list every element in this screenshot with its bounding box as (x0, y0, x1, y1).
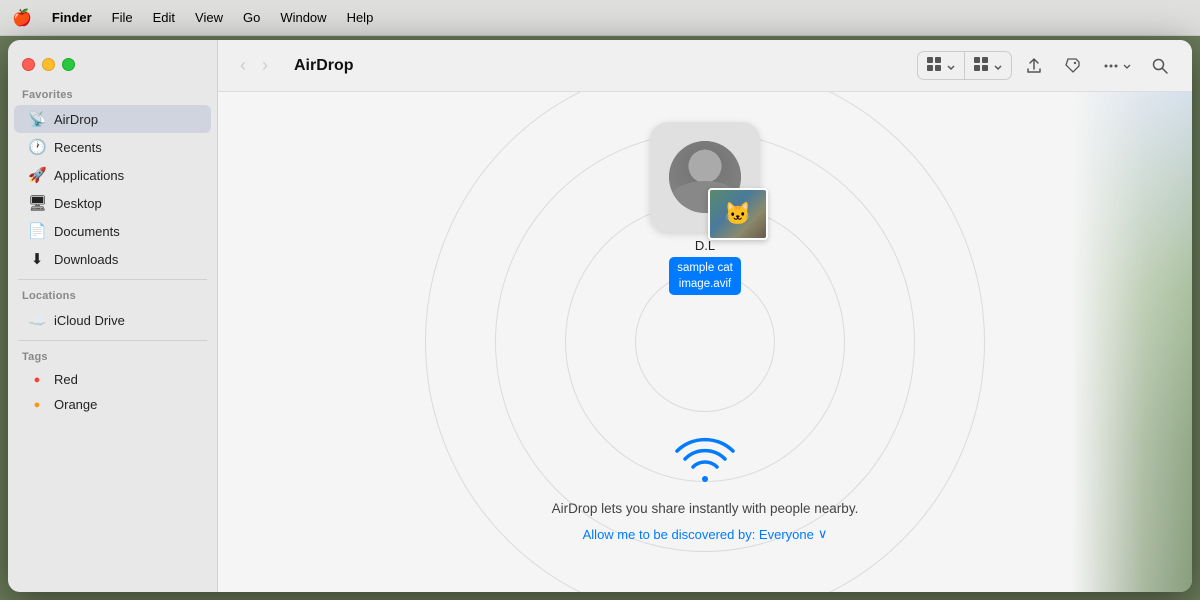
sidebar-divider-1 (18, 279, 207, 280)
applications-icon: 🚀 (28, 166, 46, 184)
airdrop-discover-link[interactable]: Allow me to be discovered by: Everyone ∨ (583, 526, 828, 542)
file-label-line2: image.avif (679, 278, 731, 290)
main-content: ‹ › AirDrop (218, 40, 1192, 592)
finder-window: Favorites 📡 AirDrop 🕐 Recents 🚀 Applicat… (8, 40, 1192, 592)
sidebar-item-tag-red[interactable]: ● Red (14, 367, 211, 392)
menubar: 🍎 Finder File Edit View Go Window Help (0, 0, 1200, 36)
sidebar-item-recents-label: Recents (54, 140, 102, 155)
airdrop-discover-label: Allow me to be discovered by: Everyone (583, 527, 814, 542)
favorites-label: Favorites (8, 85, 217, 105)
locations-label: Locations (8, 286, 217, 306)
file-label: sample cat image.avif (669, 257, 741, 295)
toolbar-title: AirDrop (294, 57, 909, 75)
search-button[interactable] (1144, 52, 1176, 80)
menu-go[interactable]: Go (243, 10, 260, 25)
sidebar-item-recents[interactable]: 🕐 Recents (14, 133, 211, 161)
close-button[interactable] (22, 58, 35, 71)
more-button[interactable] (1094, 52, 1138, 80)
app-name[interactable]: Finder (52, 10, 92, 25)
sidebar-divider-2 (18, 340, 207, 341)
view-switcher (917, 51, 1012, 80)
sidebar-item-applications-label: Applications (54, 168, 124, 183)
sidebar-item-tag-red-label: Red (54, 372, 78, 387)
minimize-button[interactable] (42, 58, 55, 71)
toolbar-right (917, 51, 1176, 80)
menu-window[interactable]: Window (280, 10, 326, 25)
recents-icon: 🕐 (28, 138, 46, 156)
menu-file[interactable]: File (112, 10, 133, 25)
sidebar-item-icloud-label: iCloud Drive (54, 313, 125, 328)
sidebar-item-desktop-label: Desktop (54, 196, 102, 211)
sidebar-item-downloads[interactable]: ⬇ Downloads (14, 245, 211, 273)
menu-help[interactable]: Help (347, 10, 374, 25)
device-name: D.L (695, 238, 715, 253)
sidebar-item-tag-orange-label: Orange (54, 397, 97, 412)
airdrop-content: D.L sample cat image.avif AirDrop lets y… (218, 92, 1192, 592)
sidebar-item-documents-label: Documents (54, 224, 120, 239)
sidebar-item-documents[interactable]: 📄 Documents (14, 217, 211, 245)
airdrop-wifi-icon (673, 435, 737, 491)
device-card (650, 122, 760, 232)
icloud-icon: ☁️ (28, 311, 46, 329)
file-thumbnail (708, 188, 768, 240)
sidebar: Favorites 📡 AirDrop 🕐 Recents 🚀 Applicat… (8, 40, 218, 592)
sidebar-item-icloud[interactable]: ☁️ iCloud Drive (14, 306, 211, 334)
share-button[interactable] (1018, 52, 1050, 80)
device-bubble[interactable]: D.L sample cat image.avif (650, 122, 760, 295)
sidebar-item-tag-orange[interactable]: ● Orange (14, 392, 211, 417)
sidebar-item-applications[interactable]: 🚀 Applications (14, 161, 211, 189)
documents-icon: 📄 (28, 222, 46, 240)
sidebar-item-downloads-label: Downloads (54, 252, 118, 267)
sidebar-item-airdrop-label: AirDrop (54, 112, 98, 127)
chevron-down-icon: ∨ (818, 526, 828, 542)
tag-orange-icon: ● (28, 399, 46, 411)
sidebar-item-desktop[interactable]: 🖥 Desktop (14, 189, 211, 217)
file-label-line1: sample cat (677, 262, 733, 274)
view-list-button[interactable] (965, 52, 1011, 79)
sidebar-item-airdrop[interactable]: 📡 AirDrop (14, 105, 211, 133)
forward-button[interactable]: › (256, 51, 274, 80)
nav-buttons: ‹ › (234, 51, 274, 80)
menu-view[interactable]: View (195, 10, 223, 25)
toolbar: ‹ › AirDrop (218, 40, 1192, 92)
view-grid-button[interactable] (918, 52, 965, 79)
traffic-lights (8, 52, 217, 85)
airdrop-icon: 📡 (28, 110, 46, 128)
apple-menu[interactable]: 🍎 (12, 8, 32, 28)
tag-button[interactable] (1056, 52, 1088, 80)
menu-edit[interactable]: Edit (153, 10, 175, 25)
cat-image (710, 190, 766, 238)
airdrop-description: AirDrop lets you share instantly with pe… (552, 501, 859, 516)
downloads-icon: ⬇ (28, 250, 46, 268)
back-button[interactable]: ‹ (234, 51, 252, 80)
tag-red-icon: ● (28, 374, 46, 386)
tags-label: Tags (8, 347, 217, 367)
maximize-button[interactable] (62, 58, 75, 71)
desktop-icon: 🖥 (28, 194, 46, 212)
airdrop-info: AirDrop lets you share instantly with pe… (218, 435, 1192, 542)
